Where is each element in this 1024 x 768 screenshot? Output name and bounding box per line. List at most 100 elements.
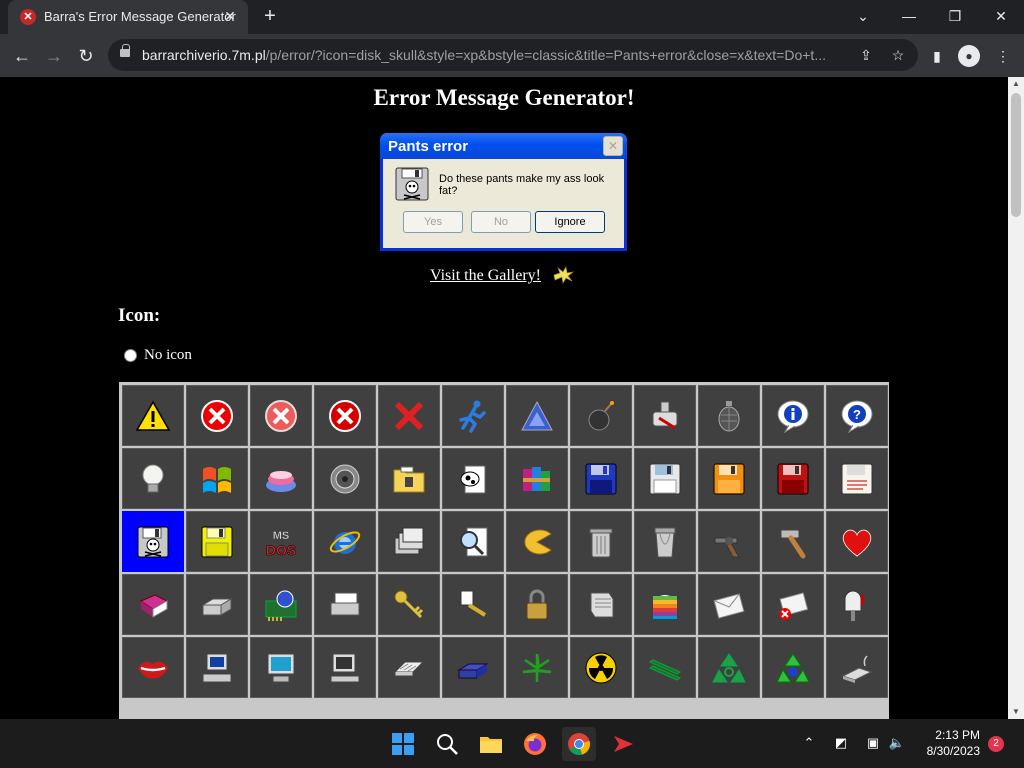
tab-search-icon[interactable]: ⌄	[849, 4, 877, 28]
page-scrollbar[interactable]: ▲ ▼	[1008, 77, 1024, 719]
icon-option-cell[interactable]	[314, 574, 376, 635]
scroll-down-arrow-icon[interactable]: ▼	[1008, 705, 1024, 719]
icon-option-cell[interactable]	[506, 385, 568, 446]
new-tab-button[interactable]: +	[258, 4, 282, 28]
icon-option-cell[interactable]	[250, 637, 312, 698]
icon-option-cell[interactable]	[186, 385, 248, 446]
icon-option-cell[interactable]	[634, 511, 696, 572]
icon-option-cell[interactable]	[506, 511, 568, 572]
icon-option-cell[interactable]	[378, 511, 440, 572]
icon-option-cell[interactable]: MS DOS	[250, 511, 312, 572]
icon-option-cell[interactable]	[570, 511, 632, 572]
icon-option-cell[interactable]	[698, 637, 760, 698]
taskbar-clock[interactable]: 2:13 PM 8/30/2023	[910, 727, 980, 759]
icon-option-cell[interactable]	[442, 448, 504, 509]
icon-option-cell[interactable]	[762, 385, 824, 446]
close-window-button[interactable]: ✕	[987, 4, 1015, 28]
icon-option-cell[interactable]	[314, 637, 376, 698]
dialog-ignore-button[interactable]: Ignore	[535, 211, 605, 233]
scroll-thumb[interactable]	[1011, 93, 1021, 217]
icon-option-cell[interactable]	[314, 385, 376, 446]
icon-option-cell[interactable]	[186, 448, 248, 509]
restore-button[interactable]: ❐	[941, 4, 969, 28]
icon-option-cell[interactable]	[122, 511, 184, 572]
icon-option-cell[interactable]	[826, 637, 888, 698]
visit-gallery-link[interactable]: Visit the Gallery!	[430, 267, 541, 285]
icon-option-cell[interactable]	[442, 385, 504, 446]
icon-option-cell[interactable]	[698, 448, 760, 509]
no-icon-radio[interactable]	[124, 349, 137, 362]
tab-close-icon[interactable]: ✕	[220, 6, 240, 26]
share-icon[interactable]: ⇪	[856, 45, 876, 65]
icon-option-cell[interactable]	[570, 637, 632, 698]
side-panel-icon[interactable]: ▮	[926, 45, 948, 67]
icon-option-cell[interactable]	[634, 448, 696, 509]
icon-option-cell[interactable]	[442, 511, 504, 572]
tray-app-icon[interactable]: ◩	[830, 733, 852, 753]
icon-option-cell[interactable]	[634, 637, 696, 698]
icon-option-cell[interactable]	[250, 385, 312, 446]
bookmark-star-icon[interactable]: ☆	[888, 45, 908, 65]
icon-option-cell[interactable]	[122, 448, 184, 509]
icon-option-cell[interactable]	[378, 385, 440, 446]
icon-option-cell[interactable]	[698, 574, 760, 635]
scroll-up-arrow-icon[interactable]: ▲	[1008, 77, 1024, 91]
icon-option-cell[interactable]: ?	[826, 385, 888, 446]
dialog-close-button[interactable]: ✕	[603, 136, 623, 156]
arrow-app-icon[interactable]	[606, 727, 640, 761]
icon-option-cell[interactable]	[698, 511, 760, 572]
icon-option-cell[interactable]	[314, 448, 376, 509]
icon-option-cell[interactable]	[378, 574, 440, 635]
icon-option-cell[interactable]	[314, 511, 376, 572]
icon-option-cell[interactable]	[698, 385, 760, 446]
icon-option-cell[interactable]	[570, 448, 632, 509]
icon-option-cell[interactable]	[762, 637, 824, 698]
volume-icon[interactable]: 🔈	[886, 733, 908, 753]
forward-button[interactable]: →	[40, 42, 68, 70]
icon-option-cell[interactable]	[186, 574, 248, 635]
icon-option-cell[interactable]	[570, 574, 632, 635]
icon-option-cell[interactable]	[442, 637, 504, 698]
icon-option-cell[interactable]	[634, 385, 696, 446]
dialog-no-button[interactable]: No	[471, 211, 531, 233]
icon-option-cell[interactable]	[506, 637, 568, 698]
icon-option-cell[interactable]	[186, 637, 248, 698]
icon-option-cell[interactable]	[506, 574, 568, 635]
minimize-button[interactable]: —	[895, 4, 923, 28]
icon-option-cell[interactable]	[442, 574, 504, 635]
icon-option-cell[interactable]	[762, 448, 824, 509]
icon-option-cell[interactable]	[122, 574, 184, 635]
browser-tab[interactable]: ✕ Barra's Error Message Generator ✕	[8, 0, 248, 34]
tray-overflow-chevron-icon[interactable]: ⌃	[798, 733, 820, 753]
address-bar[interactable]: barrarchiverio.7m.pl/p/error/?icon=disk_…	[108, 39, 918, 71]
icon-option-cell[interactable]	[762, 574, 824, 635]
file-explorer-icon[interactable]	[474, 727, 508, 761]
reload-button[interactable]: ↻	[72, 42, 100, 70]
search-icon[interactable]	[430, 727, 464, 761]
network-icon[interactable]: ▣	[862, 733, 884, 753]
icon-option-cell[interactable]	[762, 511, 824, 572]
windows-start-icon[interactable]	[386, 727, 420, 761]
dialog-yes-button[interactable]: Yes	[403, 211, 463, 233]
icon-option-cell[interactable]	[634, 574, 696, 635]
menu-kebab-icon[interactable]: ⋮	[992, 45, 1014, 67]
profile-avatar-icon[interactable]: ●	[958, 45, 980, 67]
icon-option-cell[interactable]	[250, 448, 312, 509]
back-button[interactable]: ←	[8, 42, 36, 70]
icon-option-cell[interactable]	[122, 385, 184, 446]
icon-option-cell[interactable]	[186, 511, 248, 572]
icon-option-cell[interactable]	[826, 574, 888, 635]
icon-option-cell[interactable]	[506, 448, 568, 509]
lock-icon[interactable]	[120, 44, 130, 57]
notification-badge[interactable]: 2	[988, 736, 1004, 752]
icon-option-cell[interactable]	[378, 448, 440, 509]
chrome-icon[interactable]	[562, 727, 596, 761]
icon-option-cell[interactable]	[122, 637, 184, 698]
icon-option-cell[interactable]	[826, 511, 888, 572]
icon-option-cell[interactable]	[250, 574, 312, 635]
icon-option-cell[interactable]	[570, 385, 632, 446]
url-text[interactable]: barrarchiverio.7m.pl/p/error/?icon=disk_…	[142, 47, 842, 63]
icon-option-cell[interactable]	[378, 637, 440, 698]
icon-option-cell[interactable]	[826, 448, 888, 509]
firefox-icon[interactable]	[518, 727, 552, 761]
